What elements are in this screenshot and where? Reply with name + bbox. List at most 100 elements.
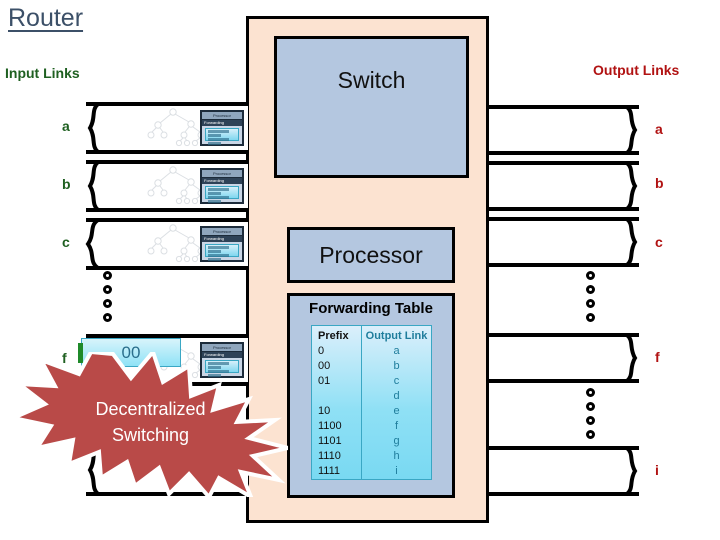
brace-icon	[621, 161, 643, 211]
pipe-edge-top	[86, 218, 248, 222]
pipe-edge-bottom	[86, 150, 248, 154]
output-link-pipe-c	[489, 217, 639, 267]
brace-icon	[621, 217, 643, 267]
output-link-label-f: f	[655, 349, 660, 365]
input-link-pipe-c: Processor Forwarding	[85, 218, 248, 270]
mini-window-body	[205, 186, 239, 203]
input-link-pipe-b: Processor Forwarding	[86, 160, 248, 212]
output-link-label-b: b	[655, 175, 664, 191]
host-graphic: Processor Forwarding	[146, 108, 244, 148]
mini-window-body	[205, 244, 239, 261]
table-row: e	[393, 405, 400, 417]
dot	[586, 299, 595, 308]
switch-label: Switch	[337, 67, 406, 93]
dot	[586, 388, 595, 397]
table-row: 0	[318, 345, 325, 357]
pipe-edge-top	[489, 105, 639, 109]
processor-label: Processor	[319, 241, 423, 268]
input-link-pipe-a: Processor Forwarding	[86, 102, 248, 154]
mini-window-title: Processor	[202, 344, 242, 352]
dot	[586, 430, 595, 439]
output-link-label-c: c	[655, 234, 663, 250]
mini-window-title: Processor	[202, 112, 242, 120]
mini-processor-window-icon: Processor Forwarding	[200, 226, 244, 262]
output-links-label: Output Links	[593, 62, 680, 78]
router-diagram: Router Input Links Output Links Switch P…	[0, 0, 720, 540]
mini-processor-window-icon: Processor Forwarding	[200, 110, 244, 146]
dot	[103, 285, 112, 294]
table-row: 1110	[318, 450, 341, 462]
mini-window-header: Forwarding	[202, 236, 242, 242]
dot	[586, 271, 595, 280]
brace-icon	[621, 333, 643, 383]
mini-processor-window-icon: Processor Forwarding	[200, 168, 244, 204]
input-links-ellipsis	[103, 271, 112, 327]
column-header-output-link: Output Link	[365, 330, 428, 342]
brace-icon	[80, 218, 102, 270]
pipe-edge-top	[489, 446, 639, 450]
brace-icon	[82, 102, 104, 154]
page-title: Router	[8, 4, 84, 32]
table-row: c	[393, 375, 400, 387]
pipe-edge-top	[489, 161, 639, 165]
input-link-label-a: a	[62, 118, 70, 134]
pipe-edge-bottom	[489, 492, 639, 496]
switch-fabric-box[interactable]: Switch	[274, 36, 469, 178]
table-row: 10	[318, 405, 331, 417]
table-row: h	[393, 450, 400, 462]
forwarding-table-panel[interactable]: Forwarding Table Prefix 0 00 01 10 1100 …	[287, 293, 455, 498]
input-links-label: Input Links	[5, 65, 80, 81]
pipe-edge-top	[489, 217, 639, 221]
pipe-edge-bottom	[489, 151, 639, 155]
host-graphic: Processor Forwarding	[146, 166, 244, 206]
table-row: b	[393, 360, 400, 372]
pipe-edge-top	[489, 333, 639, 337]
decentralized-switching-callout[interactable]: Decentralized Switching	[13, 352, 288, 497]
starburst-shape	[13, 352, 288, 497]
table-row: 00	[318, 360, 331, 372]
forwarding-table-prefix-column: Prefix 0 00 01 10 1100 1101 1110 1111	[312, 326, 362, 479]
table-row: i	[395, 465, 398, 477]
output-link-label-i: i	[655, 462, 659, 478]
pipe-edge-bottom	[489, 263, 639, 267]
table-row: 1101	[318, 435, 342, 447]
output-link-pipe-i	[489, 446, 639, 496]
dot	[586, 285, 595, 294]
mini-window-body	[205, 128, 239, 145]
dot	[103, 313, 112, 322]
mini-window-title: Processor	[202, 170, 242, 178]
brace-icon	[621, 446, 643, 496]
output-link-pipe-a	[489, 105, 639, 155]
output-links-ellipsis-upper	[586, 271, 595, 327]
host-graphic: Processor Forwarding	[146, 224, 244, 264]
output-link-pipe-f	[489, 333, 639, 383]
table-row: 1111	[318, 465, 341, 477]
table-row	[318, 389, 361, 404]
processor-box[interactable]: Processor	[287, 227, 455, 283]
pipe-edge-bottom	[489, 379, 639, 383]
column-header-prefix: Prefix	[318, 330, 349, 342]
pipe-edge-bottom	[86, 208, 248, 212]
brace-icon	[82, 160, 104, 212]
table-row: f	[394, 420, 399, 432]
dot	[103, 299, 112, 308]
input-link-label-b: b	[62, 176, 71, 192]
brace-icon	[621, 105, 643, 155]
table-row: a	[393, 345, 400, 357]
dot	[103, 271, 112, 280]
mini-window-title: Processor	[202, 228, 242, 236]
dot	[586, 416, 595, 425]
pipe-edge-top	[86, 102, 248, 106]
pipe-edge-top	[86, 160, 248, 164]
forwarding-table-title: Forwarding Table	[309, 300, 433, 317]
pipe-edge-bottom	[489, 207, 639, 211]
dot	[586, 313, 595, 322]
table-row: d	[393, 390, 400, 402]
table-row: g	[393, 435, 400, 447]
mini-window-header: Forwarding	[202, 178, 242, 184]
input-link-label-c: c	[62, 234, 70, 250]
pipe-edge-bottom	[86, 266, 248, 270]
table-row: 01	[318, 375, 331, 387]
forwarding-table-grid: Prefix 0 00 01 10 1100 1101 1110 1111 Ou…	[311, 325, 432, 480]
dot	[586, 402, 595, 411]
